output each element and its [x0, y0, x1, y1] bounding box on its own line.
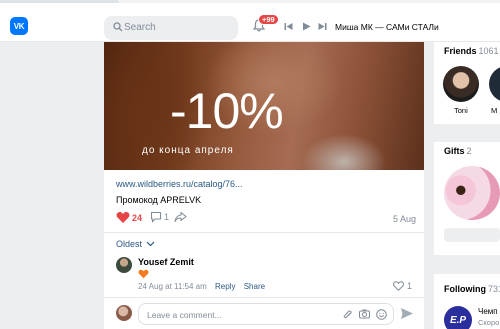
search-placeholder: Search	[124, 22, 156, 33]
comment-like-button[interactable]: 1	[393, 281, 412, 291]
comment-author[interactable]: Yousef Zemit	[138, 257, 194, 267]
search-icon	[113, 22, 123, 32]
divider	[104, 232, 424, 233]
now-playing-track[interactable]: Миша МК — САМи СТАЛи	[335, 22, 439, 32]
divider	[104, 297, 424, 298]
paperclip-icon[interactable]	[343, 309, 353, 320]
camera-icon[interactable]	[359, 309, 370, 319]
following-label: Following	[444, 284, 486, 294]
friends-card: Friends 1061 Toni M	[434, 42, 500, 124]
gifts-title[interactable]: Gifts 2	[444, 146, 472, 156]
like-button[interactable]: 24	[116, 211, 142, 224]
reply-link[interactable]: Reply	[215, 282, 235, 291]
emoji-icon[interactable]	[376, 309, 387, 320]
top-header: VK Search +99 Миша МК — САМи СТАЛи	[0, 3, 500, 42]
gifts-label: Gifts	[444, 146, 465, 156]
banner-subtitle: до конца апреля	[142, 145, 234, 156]
likes-count: 24	[132, 212, 143, 223]
following-title[interactable]: Following731	[444, 284, 500, 294]
avatar[interactable]	[489, 66, 500, 102]
friends-title[interactable]: Friends 1061	[444, 46, 499, 56]
send-icon[interactable]	[400, 307, 414, 320]
heart-outline-icon	[393, 281, 404, 291]
promo-banner-image[interactable]: -10% до конца апреля	[104, 42, 424, 170]
comments-sort-dropdown[interactable]: Oldest	[116, 239, 155, 249]
next-track-icon[interactable]	[318, 22, 327, 31]
following-card: Following731 E.P Чемп Скоро	[434, 274, 500, 329]
avatar[interactable]	[116, 257, 132, 273]
comment-timestamp[interactable]: 24 Aug at 11:54 am	[138, 282, 207, 291]
comment-likes-count: 1	[406, 281, 412, 291]
comment-button[interactable]: 1	[150, 211, 169, 223]
friend-name[interactable]: M	[491, 106, 497, 115]
share-icon	[174, 211, 187, 223]
chevron-down-icon	[146, 241, 155, 247]
avatar	[116, 305, 132, 321]
comment-input[interactable]: Leave a comment...	[138, 303, 394, 325]
sort-label: Oldest	[116, 239, 143, 249]
send-gift-button[interactable]	[444, 228, 500, 242]
post-date[interactable]: 5 Aug	[393, 214, 416, 224]
gifts-count: 2	[466, 146, 472, 156]
friends-label: Friends	[444, 46, 477, 56]
post-actions: 24 1 5 Aug	[116, 211, 416, 227]
friends-count: 1061	[478, 46, 499, 56]
vk-logo[interactable]: VK	[10, 17, 28, 35]
banner-headline: -10%	[170, 83, 284, 139]
right-sidebar: Friends1061 Toni M Gifts2 Following731 E…	[434, 42, 500, 329]
heart-filled-icon	[116, 212, 130, 223]
post-link[interactable]: www.wildberries.ru/catalog/76...	[116, 179, 243, 189]
following-item-subtitle: Скоро	[478, 318, 500, 327]
gifts-card: Gifts 2	[434, 142, 500, 255]
avatar[interactable]	[443, 66, 479, 102]
play-icon[interactable]	[302, 22, 311, 31]
comment-meta: 24 Aug at 11:54 am Reply Share	[138, 282, 265, 291]
previous-track-icon[interactable]	[284, 22, 293, 31]
friend-name[interactable]: Toni	[454, 106, 468, 115]
avatar[interactable]: E.P	[444, 306, 472, 329]
notifications-badge: +99	[258, 14, 279, 25]
post-text: Промокод APRELVK	[116, 195, 202, 205]
comment-placeholder: Leave a comment...	[147, 310, 222, 320]
following-count: 731	[488, 284, 500, 294]
share-link[interactable]: Share	[244, 282, 265, 291]
search-input[interactable]: Search	[104, 16, 238, 40]
feed-post: -10% до конца апреля www.wildberries.ru/…	[104, 42, 424, 329]
comment-icon	[150, 211, 162, 223]
share-button[interactable]	[174, 211, 187, 223]
orange-heart-icon	[138, 269, 149, 279]
following-item-name[interactable]: Чемп	[478, 307, 498, 316]
gift-image[interactable]	[444, 166, 500, 220]
comments-count: 1	[164, 212, 170, 222]
